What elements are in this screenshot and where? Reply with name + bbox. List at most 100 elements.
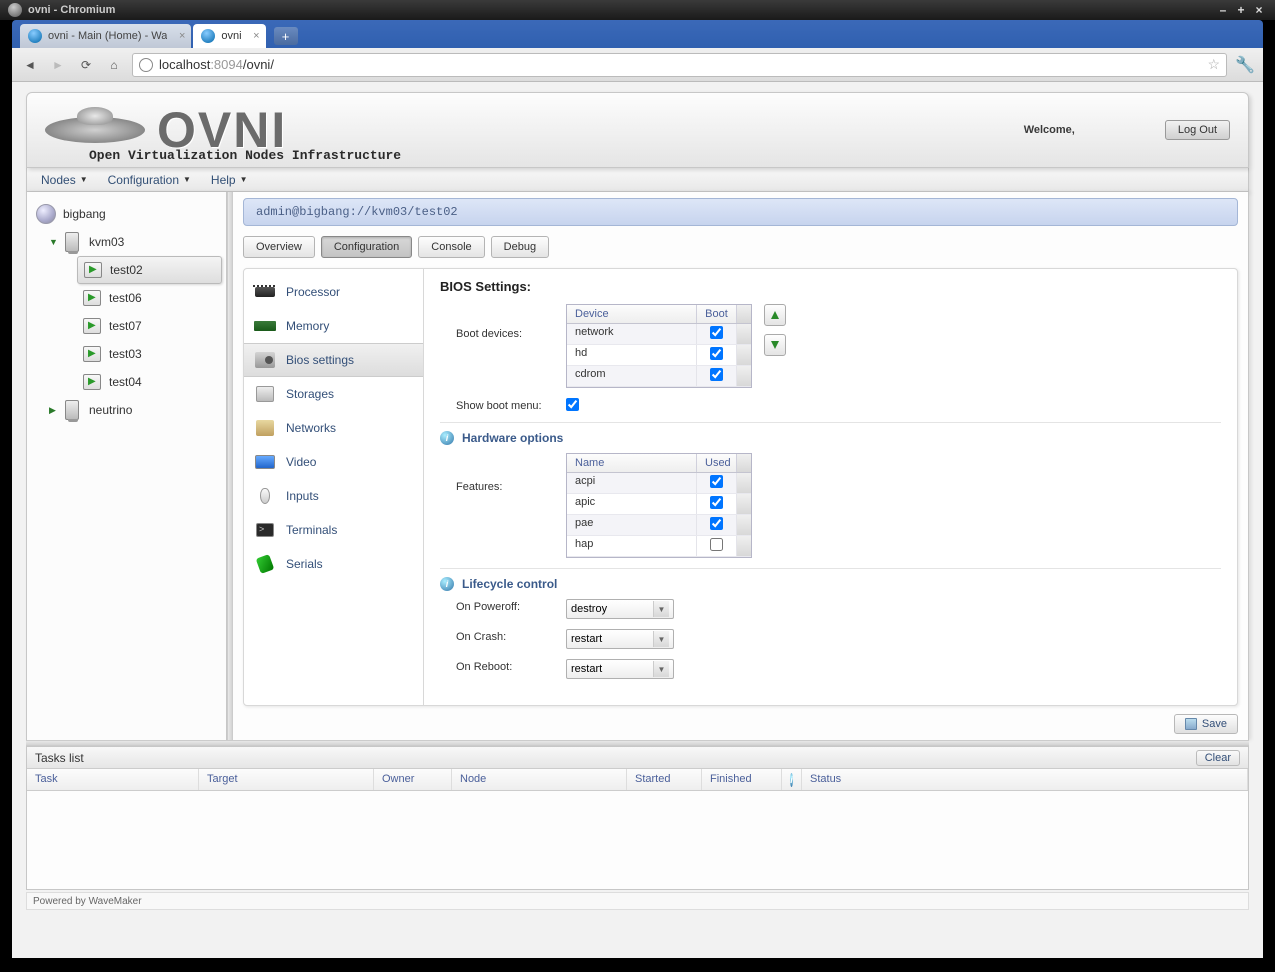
- tree-root[interactable]: bigbang: [27, 200, 226, 228]
- new-tab-button[interactable]: +: [274, 27, 298, 45]
- tree-vm-test06[interactable]: test06: [27, 284, 226, 312]
- expand-down-icon[interactable]: ▼: [49, 237, 61, 247]
- config-nav-inputs[interactable]: Inputs: [244, 479, 423, 513]
- col-boot[interactable]: Boot: [697, 305, 737, 323]
- col-used[interactable]: Used: [697, 454, 737, 472]
- tree-root-label: bigbang: [63, 207, 106, 221]
- bios-section-title: BIOS Settings:: [440, 279, 1221, 294]
- clear-button[interactable]: Clear: [1196, 750, 1240, 766]
- tree-vm-label: test06: [109, 291, 142, 305]
- table-row[interactable]: hd: [567, 345, 751, 366]
- poweroff-select[interactable]: destroy▼: [566, 599, 674, 619]
- save-button[interactable]: Save: [1174, 714, 1238, 734]
- table-header: Device Boot: [567, 305, 751, 324]
- table-row[interactable]: pae: [567, 515, 751, 536]
- config-nav-networks[interactable]: Networks: [244, 411, 423, 445]
- menu-help[interactable]: Help▼: [211, 173, 248, 187]
- minimize-icon[interactable]: –: [1215, 3, 1231, 17]
- reboot-label: On Reboot:: [456, 659, 566, 673]
- reboot-select[interactable]: restart▼: [566, 659, 674, 679]
- col-started[interactable]: Started: [627, 769, 702, 790]
- show-boot-menu-checkbox[interactable]: [566, 398, 579, 411]
- col-status[interactable]: Status: [802, 769, 1248, 790]
- vm-icon: [81, 371, 103, 393]
- col-info-icon[interactable]: i: [782, 769, 802, 790]
- poweroff-label: On Poweroff:: [456, 599, 566, 613]
- footer: Powered by WaveMaker: [26, 892, 1249, 910]
- reload-button[interactable]: ⟳: [76, 55, 96, 75]
- bookmark-star-icon[interactable]: ☆: [1208, 56, 1221, 73]
- tree-vm-test02[interactable]: test02: [77, 256, 222, 284]
- tab-close-icon[interactable]: ×: [253, 30, 259, 42]
- tasks-table-header: Task Target Owner Node Started Finished …: [27, 769, 1248, 791]
- feature-checkbox[interactable]: [710, 517, 723, 530]
- config-nav-storages[interactable]: Storages: [244, 377, 423, 411]
- back-button[interactable]: ◄: [20, 55, 40, 75]
- table-row[interactable]: apic: [567, 494, 751, 515]
- tab-debug[interactable]: Debug: [491, 236, 549, 258]
- config-nav-video[interactable]: Video: [244, 445, 423, 479]
- feature-checkbox[interactable]: [710, 538, 723, 551]
- memory-icon: [254, 317, 276, 335]
- tab-console[interactable]: Console: [418, 236, 484, 258]
- app-menubar: Nodes▼ Configuration▼ Help▼: [26, 168, 1249, 192]
- crash-select[interactable]: restart▼: [566, 629, 674, 649]
- tasks-header: Tasks list Clear: [27, 747, 1248, 769]
- maximize-icon[interactable]: +: [1233, 3, 1249, 17]
- config-nav-bios[interactable]: Bios settings: [244, 343, 423, 377]
- tab-title: ovni - Main (Home) - Wa: [48, 30, 167, 42]
- tree-host-neutrino[interactable]: ▶ neutrino: [27, 396, 226, 424]
- tree-host-kvm03[interactable]: ▼ kvm03: [27, 228, 226, 256]
- move-down-button[interactable]: [764, 334, 786, 356]
- tab-configuration[interactable]: Configuration: [321, 236, 412, 258]
- address-bar[interactable]: localhost:8094/ovni/ ☆: [132, 53, 1227, 77]
- features-row: Features: Name Used acpi apic pae: [456, 453, 1221, 558]
- col-name[interactable]: Name: [567, 454, 697, 472]
- boot-checkbox[interactable]: [710, 326, 723, 339]
- browser-toolbar: ◄ ► ⟳ ⌂ localhost:8094/ovni/ ☆ 🔧: [12, 48, 1263, 82]
- col-owner[interactable]: Owner: [374, 769, 452, 790]
- logout-button[interactable]: Log Out: [1165, 120, 1230, 140]
- expand-right-icon[interactable]: ▶: [49, 405, 61, 416]
- col-finished[interactable]: Finished: [702, 769, 782, 790]
- tree-vm-test04[interactable]: test04: [27, 368, 226, 396]
- feature-checkbox[interactable]: [710, 475, 723, 488]
- tree-vm-test03[interactable]: test03: [27, 340, 226, 368]
- chevron-down-icon: ▼: [653, 661, 669, 677]
- boot-checkbox[interactable]: [710, 347, 723, 360]
- wrench-menu-icon[interactable]: 🔧: [1235, 55, 1255, 75]
- video-icon: [254, 453, 276, 471]
- home-button[interactable]: ⌂: [104, 55, 124, 75]
- close-icon[interactable]: ×: [1251, 3, 1267, 17]
- config-nav-serials[interactable]: Serials: [244, 547, 423, 581]
- tree-vm-test07[interactable]: test07: [27, 312, 226, 340]
- col-target[interactable]: Target: [199, 769, 374, 790]
- config-area: Processor Memory Bios settings Storages …: [243, 268, 1238, 706]
- config-nav-terminals[interactable]: Terminals: [244, 513, 423, 547]
- scrollbar-stub: [737, 305, 751, 323]
- browser-tab-inactive[interactable]: ovni - Main (Home) - Wa ×: [20, 24, 191, 48]
- table-row[interactable]: network: [567, 324, 751, 345]
- move-up-button[interactable]: [764, 304, 786, 326]
- config-nav-memory[interactable]: Memory: [244, 309, 423, 343]
- chromium-icon: [8, 3, 22, 17]
- table-row[interactable]: cdrom: [567, 366, 751, 387]
- tab-overview[interactable]: Overview: [243, 236, 315, 258]
- tab-close-icon[interactable]: ×: [179, 30, 185, 42]
- col-device[interactable]: Device: [567, 305, 697, 323]
- col-node[interactable]: Node: [452, 769, 627, 790]
- lifecycle-section-header: i Lifecycle control: [440, 568, 1221, 591]
- crash-row: On Crash: restart▼: [456, 629, 1221, 649]
- table-header: Name Used: [567, 454, 751, 473]
- boot-checkbox[interactable]: [710, 368, 723, 381]
- browser-tab-active[interactable]: ovni ×: [193, 24, 265, 48]
- config-nav-processor[interactable]: Processor: [244, 275, 423, 309]
- table-row[interactable]: acpi: [567, 473, 751, 494]
- table-row[interactable]: hap: [567, 536, 751, 557]
- col-task[interactable]: Task: [27, 769, 199, 790]
- config-nav: Processor Memory Bios settings Storages …: [244, 269, 424, 705]
- feature-checkbox[interactable]: [710, 496, 723, 509]
- forward-button[interactable]: ►: [48, 55, 68, 75]
- menu-configuration[interactable]: Configuration▼: [108, 173, 191, 187]
- menu-nodes[interactable]: Nodes▼: [41, 173, 88, 187]
